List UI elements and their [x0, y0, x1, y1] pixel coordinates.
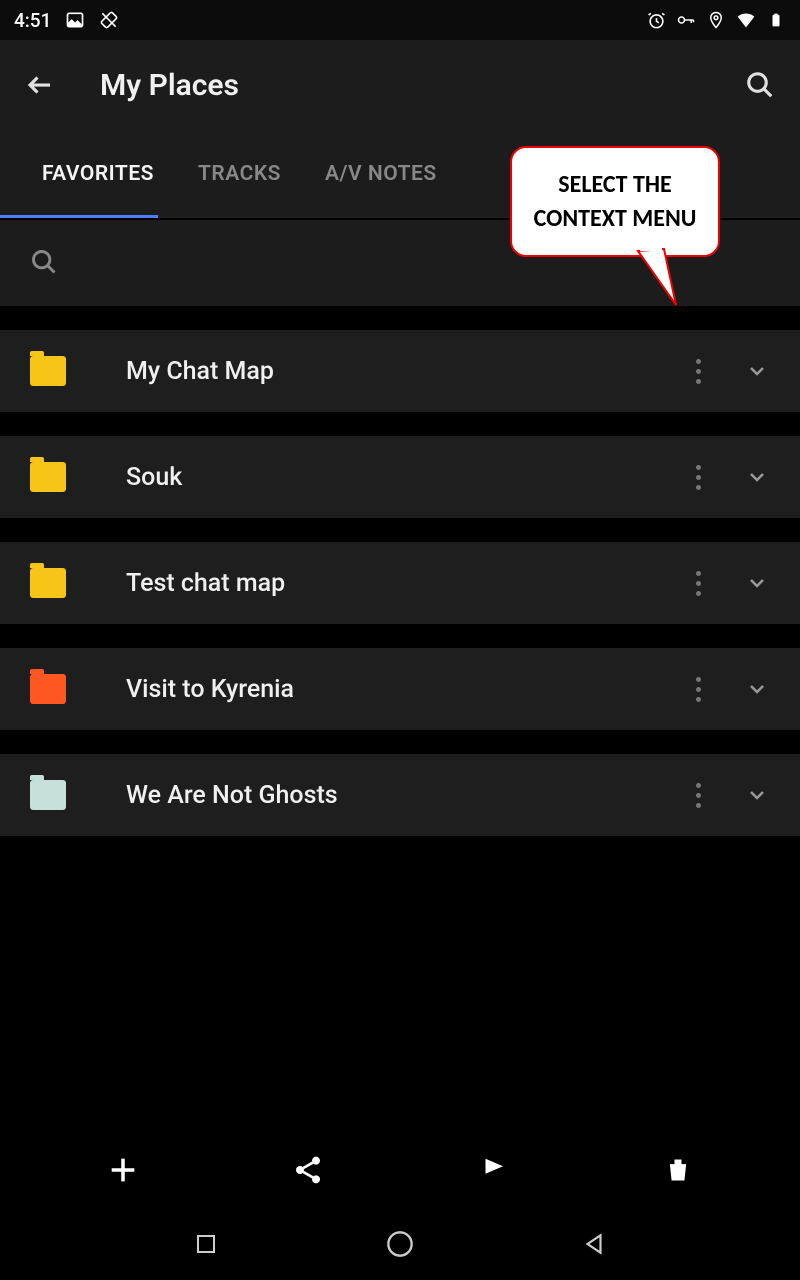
alarm-icon	[646, 10, 666, 30]
list-item[interactable]: Visit to Kyrenia	[0, 648, 800, 730]
more-button[interactable]	[684, 669, 712, 709]
folder-icon	[30, 674, 66, 704]
back-button[interactable]	[20, 65, 60, 105]
app-bar: My Places	[0, 40, 800, 130]
callout-line1: SELECT THE	[558, 170, 671, 199]
folder-icon	[30, 780, 66, 810]
more-button[interactable]	[684, 351, 712, 391]
search-button[interactable]	[740, 65, 780, 105]
expand-button[interactable]	[742, 462, 772, 492]
expand-button[interactable]	[742, 780, 772, 810]
favorites-list: My Chat Map Souk Test chat map Visit to …	[0, 306, 800, 836]
share-button[interactable]	[286, 1148, 330, 1192]
add-button[interactable]	[101, 1148, 145, 1192]
folder-icon	[30, 568, 66, 598]
expand-button[interactable]	[742, 568, 772, 598]
status-bar: 4:51	[0, 0, 800, 40]
item-label: My Chat Map	[126, 357, 684, 386]
expand-button[interactable]	[742, 356, 772, 386]
tab-av-notes[interactable]: A/V NOTES	[303, 130, 459, 218]
item-label: Souk	[126, 463, 684, 492]
battery-icon	[766, 10, 786, 30]
wifi-icon	[736, 10, 756, 30]
nav-recent-button[interactable]	[189, 1227, 223, 1261]
rotate-icon	[99, 10, 119, 30]
nav-home-button[interactable]	[383, 1227, 417, 1261]
key-icon	[676, 10, 696, 30]
item-label: We Are Not Ghosts	[126, 781, 684, 810]
flag-button[interactable]	[471, 1148, 515, 1192]
list-item[interactable]: Test chat map	[0, 542, 800, 624]
expand-button[interactable]	[742, 674, 772, 704]
list-item[interactable]: Souk	[0, 436, 800, 518]
more-button[interactable]	[684, 457, 712, 497]
delete-button[interactable]	[656, 1148, 700, 1192]
bottom-action-bar	[0, 1132, 800, 1208]
location-icon	[706, 10, 726, 30]
tab-tracks[interactable]: TRACKS	[176, 130, 303, 218]
system-nav-bar	[0, 1208, 800, 1280]
folder-icon	[30, 462, 66, 492]
list-item[interactable]: We Are Not Ghosts	[0, 754, 800, 836]
search-icon	[30, 248, 60, 278]
tab-indicator	[0, 215, 158, 218]
image-icon	[65, 10, 85, 30]
page-title: My Places	[100, 68, 740, 103]
more-button[interactable]	[684, 563, 712, 603]
item-label: Test chat map	[126, 569, 684, 598]
callout-line2: CONTEXT MENU	[534, 204, 697, 233]
item-label: Visit to Kyrenia	[126, 675, 684, 704]
folder-icon	[30, 356, 66, 386]
tab-favorites[interactable]: FAVORITES	[20, 130, 176, 218]
status-time: 4:51	[14, 9, 51, 32]
list-item[interactable]: My Chat Map	[0, 330, 800, 412]
nav-back-button[interactable]	[577, 1227, 611, 1261]
callout-bubble: SELECT THE CONTEXT MENU	[510, 146, 720, 257]
more-button[interactable]	[684, 775, 712, 815]
